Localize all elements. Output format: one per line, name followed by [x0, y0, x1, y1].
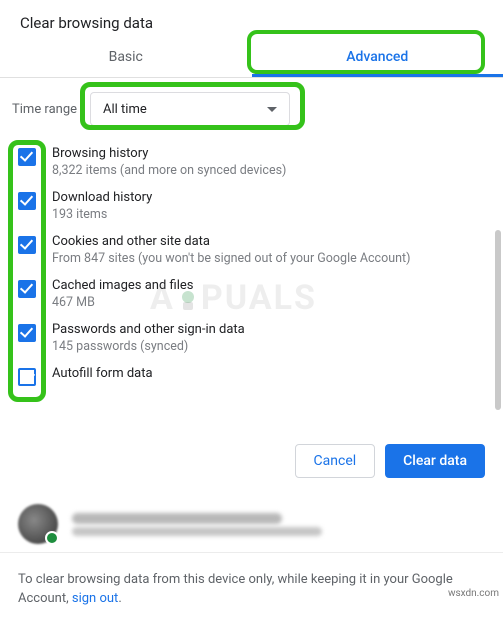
account-email-redacted — [72, 527, 322, 536]
footer-note: To clear browsing data from this device … — [0, 552, 503, 619]
dialog-buttons: Cancel Clear data — [0, 430, 503, 496]
option-cookies: Cookies and other site data From 847 sit… — [0, 228, 503, 272]
option-subtitle: 467 MB — [52, 295, 193, 310]
cancel-button[interactable]: Cancel — [295, 444, 376, 478]
checkbox-autofill[interactable] — [18, 368, 36, 386]
checkbox-cached[interactable] — [18, 280, 36, 298]
time-range-select[interactable]: All time — [90, 92, 290, 126]
account-info — [72, 510, 322, 539]
time-range-row: Time range All time — [0, 78, 503, 140]
time-range-value: All time — [103, 102, 147, 117]
option-title: Cached images and files — [52, 278, 193, 293]
checkbox-download-history[interactable] — [18, 192, 36, 210]
sign-out-link[interactable]: sign out — [72, 591, 118, 606]
option-subtitle: 145 passwords (synced) — [52, 339, 245, 354]
option-title: Autofill form data — [52, 366, 153, 381]
clear-data-button[interactable]: Clear data — [385, 444, 485, 478]
option-browsing-history: Browsing history 8,322 items (and more o… — [0, 140, 503, 184]
time-range-label: Time range — [12, 102, 80, 117]
option-title: Browsing history — [52, 146, 286, 161]
option-title: Passwords and other sign-in data — [52, 322, 245, 337]
source-watermark: wsxdn.com — [448, 588, 499, 599]
scrollbar-thumb[interactable] — [495, 230, 501, 410]
option-download-history: Download history 193 items — [0, 184, 503, 228]
chevron-down-icon — [267, 107, 277, 112]
dialog-title: Clear browsing data — [0, 0, 503, 38]
checkbox-passwords[interactable] — [18, 324, 36, 342]
tab-advanced[interactable]: Advanced — [252, 38, 503, 77]
option-title: Download history — [52, 190, 152, 205]
option-subtitle: From 847 sites (you won't be signed out … — [52, 251, 410, 266]
checkbox-browsing-history[interactable] — [18, 148, 36, 166]
checkbox-cookies[interactable] — [18, 236, 36, 254]
presence-badge-icon — [45, 531, 59, 545]
account-name-redacted — [72, 513, 282, 524]
option-passwords: Passwords and other sign-in data 145 pas… — [0, 316, 503, 360]
footer-text-b: . — [118, 591, 121, 606]
option-subtitle: 8,322 items (and more on synced devices) — [52, 163, 286, 178]
tabs-bar: Basic Advanced — [0, 38, 503, 78]
option-subtitle: 193 items — [52, 207, 152, 222]
option-title: Cookies and other site data — [52, 234, 410, 249]
option-autofill: Autofill form data — [0, 360, 503, 392]
avatar-wrap — [18, 504, 58, 544]
tab-basic[interactable]: Basic — [0, 38, 252, 77]
option-cached: Cached images and files 467 MB — [0, 272, 503, 316]
options-scroll-area: Browsing history 8,322 items (and more o… — [0, 140, 503, 430]
account-row — [0, 496, 503, 552]
